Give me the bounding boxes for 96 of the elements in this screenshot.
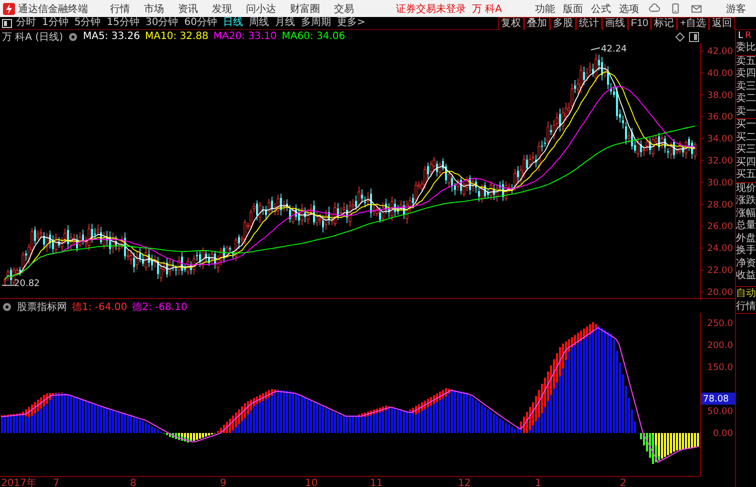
menu-item[interactable]: 问小达 xyxy=(246,2,276,16)
period-tab[interactable]: 1分钟 xyxy=(42,17,68,29)
panel-header-label: L xyxy=(738,30,744,42)
quote-label: 净资 xyxy=(736,258,756,270)
menu-item[interactable]: 功能 xyxy=(535,2,555,16)
menu-item[interactable]: 市场 xyxy=(144,2,164,16)
quote-label: 买五 xyxy=(736,169,756,182)
current-value-tag: 78.08 xyxy=(701,392,735,405)
quote-label: 卖一 xyxy=(736,106,756,118)
diamond-icon[interactable] xyxy=(675,32,685,42)
quote-label: 买二 xyxy=(736,132,756,144)
axis-label: 150.0 xyxy=(707,363,733,373)
quote-label: 卖二 xyxy=(736,93,756,106)
quote-label: 收益 xyxy=(736,270,756,282)
login-status[interactable]: 证券交易未登录 xyxy=(396,2,466,16)
settings-icon[interactable] xyxy=(2,302,12,312)
indicator-value: 德2: -68.10 xyxy=(132,300,188,314)
axis-label: 20.00 xyxy=(707,288,733,298)
menu-item[interactable]: 交易 xyxy=(334,2,354,16)
period-tab[interactable]: 月线 xyxy=(274,17,295,29)
app-title: 通达信金融终端 xyxy=(18,2,88,16)
period-tab[interactable]: 60分钟 xyxy=(184,17,217,29)
axis-label: 42.00 xyxy=(707,47,733,57)
axis-label: 38.00 xyxy=(707,90,733,101)
toolbar-button[interactable]: 复权 xyxy=(498,16,524,30)
axis-label: 30.00 xyxy=(707,178,733,188)
menu-item[interactable]: 公式 xyxy=(591,2,611,16)
quote-label: 卖四 xyxy=(736,68,756,80)
axis-label: 28.00 xyxy=(707,200,733,210)
stock-name: 万 科A xyxy=(472,2,502,16)
menu-item[interactable]: 资讯 xyxy=(178,2,198,16)
menu-item[interactable]: 版面 xyxy=(563,2,583,16)
cloud-icon[interactable] xyxy=(649,3,660,14)
quote-label: 买一 xyxy=(736,118,756,132)
quote-label: 现价 xyxy=(736,182,756,195)
period-tab[interactable]: 5分钟 xyxy=(74,17,101,29)
quote-label: 外盘 xyxy=(736,232,756,245)
axis-label: 24.00 xyxy=(707,244,733,254)
quote-label: 买三 xyxy=(736,144,756,156)
app-logo-icon xyxy=(3,2,15,14)
quote-label: 换手 xyxy=(736,245,756,258)
period-tab[interactable]: 周线 xyxy=(248,17,269,29)
axis-label: 34.00 xyxy=(707,134,733,145)
period-tab[interactable]: 15分钟 xyxy=(106,17,140,29)
phone-icon[interactable] xyxy=(670,3,681,14)
axis-label: 32.00 xyxy=(707,156,733,166)
quote-label: 总量 xyxy=(736,220,756,232)
axis-label: 26.00 xyxy=(707,222,733,232)
axis-label: 0.00 xyxy=(712,429,733,439)
indicator-value: 德1: -64.00 xyxy=(72,300,128,314)
date-label: 2017年 xyxy=(1,478,36,487)
axis-label: 250.0 xyxy=(707,319,733,329)
ma-value: MA60: 34.06 xyxy=(282,31,346,42)
toolbar-button[interactable]: 返回 xyxy=(709,16,735,30)
chart-title: 万 科A (日线) xyxy=(2,30,64,44)
quote-label: 涨幅 xyxy=(736,208,756,220)
window-icon[interactable] xyxy=(689,32,699,42)
axis-label: 36.00 xyxy=(707,112,733,123)
date-label: 7 xyxy=(53,478,60,487)
user-name[interactable]: 游客 xyxy=(726,2,746,16)
period-tab[interactable]: 日线 xyxy=(222,17,243,29)
date-label: 1 xyxy=(535,478,542,487)
toolbar-button[interactable]: +自选 xyxy=(677,16,709,30)
quote-label: 卖五 xyxy=(736,54,756,68)
menu-item[interactable]: 发现 xyxy=(212,2,232,16)
menu-item[interactable]: 财富圈 xyxy=(290,2,320,16)
axis-label: 50.00 xyxy=(707,407,733,417)
ma-value: MA20: 33.10 xyxy=(213,31,277,42)
date-label: 9 xyxy=(220,478,226,487)
period-tab[interactable]: 更多> xyxy=(336,17,366,29)
panel-tab[interactable]: 自动 xyxy=(736,286,756,300)
date-label: 10 xyxy=(305,478,318,487)
panel-header-label: R xyxy=(745,30,752,42)
date-label: 11 xyxy=(370,478,383,487)
toolbar-button[interactable]: 标记 xyxy=(651,16,678,30)
indicator-title: 股票指标网 xyxy=(17,300,67,314)
menu-item[interactable]: 行情 xyxy=(110,2,130,16)
date-label: 2 xyxy=(620,478,626,487)
ma-value: MA10: 32.88 xyxy=(145,31,208,42)
mail-icon[interactable] xyxy=(691,3,702,14)
quote-label: 卖三 xyxy=(736,80,756,93)
axis-label: 22.00 xyxy=(707,266,733,276)
ma-value: MA5: 33.26 xyxy=(83,31,140,42)
quote-label: 涨跌 xyxy=(736,195,756,208)
panel-toggle-icon[interactable] xyxy=(2,18,12,28)
date-label: 8 xyxy=(130,478,136,487)
axis-label: 200.0 xyxy=(707,341,733,351)
settings-icon[interactable] xyxy=(68,32,78,42)
period-tab[interactable]: 分时 xyxy=(16,17,36,29)
date-label: 12 xyxy=(458,478,471,487)
period-tab[interactable]: 多周期 xyxy=(300,17,331,29)
period-tab[interactable]: 30分钟 xyxy=(145,17,178,29)
quote-label: 买四 xyxy=(736,156,756,169)
axis-label: 40.00 xyxy=(707,68,733,79)
panel-tab[interactable]: 行情 xyxy=(736,300,756,312)
menu-item[interactable]: 选项 xyxy=(619,2,639,16)
